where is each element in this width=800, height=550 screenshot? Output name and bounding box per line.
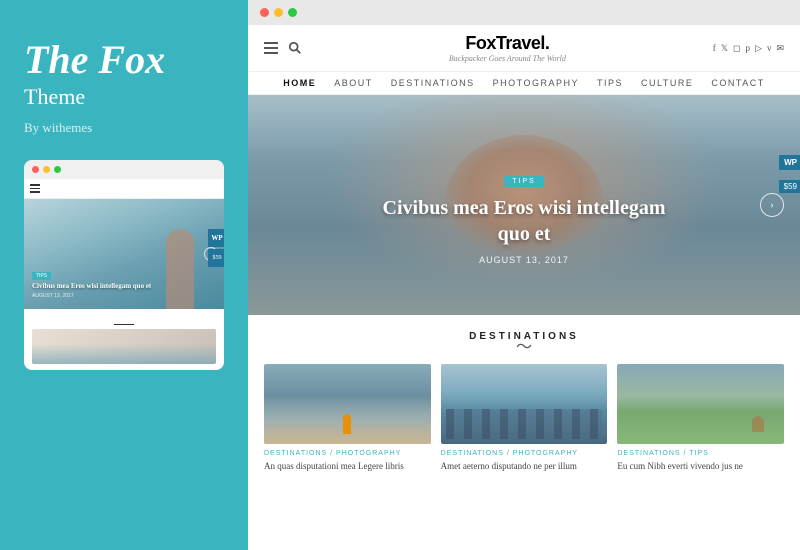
mini-hero-title: Civibus mea Eros wisi intellegam quo et bbox=[32, 282, 151, 291]
nav-destinations[interactable]: DESTINATIONS bbox=[391, 78, 475, 88]
dest-card-1: DESTINATIONS / PHOTOGRAPHY An quas dispu… bbox=[264, 364, 431, 473]
site-nav: HOME ABOUT DESTINATIONS PHOTOGRAPHY TIPS… bbox=[248, 72, 800, 95]
mini-hero-badge: TIPS bbox=[32, 272, 51, 280]
nav-photography[interactable]: PHOTOGRAPHY bbox=[493, 78, 579, 88]
hero-next-arrow[interactable]: › bbox=[760, 193, 784, 217]
hamburger-icon[interactable] bbox=[264, 42, 278, 54]
nav-home[interactable]: HOME bbox=[283, 78, 316, 88]
browser-dot-green[interactable] bbox=[288, 8, 297, 17]
destinations-section: DESTINATIONS 〜 DESTINATIONS / PHOTOGRAPH… bbox=[248, 315, 800, 481]
theme-subtitle: Theme bbox=[24, 84, 224, 110]
mini-hero: TIPS Civibus mea Eros wisi intellegam qu… bbox=[24, 199, 224, 309]
right-panel: FoxTravel. Backpacker Goes Around The Wo… bbox=[248, 0, 800, 550]
mini-destinations: DESTINATIONS bbox=[24, 309, 224, 370]
theme-title: The Fox bbox=[24, 40, 224, 80]
dest-card-2-tag: DESTINATIONS / PHOTOGRAPHY bbox=[441, 450, 608, 457]
site-header: FoxTravel. Backpacker Goes Around The Wo… bbox=[248, 25, 800, 72]
dest-card-1-image bbox=[264, 364, 431, 444]
browser-content: FoxTravel. Backpacker Goes Around The Wo… bbox=[248, 25, 800, 550]
mini-dot-green bbox=[54, 166, 61, 173]
mini-wp-badge: WP bbox=[208, 229, 224, 247]
left-panel: The Fox Theme By withemes FoxTravel. TIP… bbox=[0, 0, 248, 550]
mini-nav: FoxTravel. bbox=[24, 179, 224, 199]
mini-dest-image bbox=[32, 329, 216, 364]
site-header-right: f 𝕏 ◻ p ▷ v ✉ bbox=[713, 43, 784, 54]
facebook-icon[interactable]: f bbox=[713, 43, 716, 53]
mini-dot-red bbox=[32, 166, 39, 173]
hero-date: AUGUST 13, 2017 bbox=[364, 255, 684, 265]
site-hero: TIPS Civibus mea Eros wisi intellegam qu… bbox=[248, 95, 800, 315]
mini-browser-preview: FoxTravel. TIPS Civibus mea Eros wisi in… bbox=[24, 160, 224, 370]
mini-hero-overlay: TIPS Civibus mea Eros wisi intellegam qu… bbox=[32, 264, 151, 299]
dest-card-3-image bbox=[617, 364, 784, 444]
wp-badge: WP bbox=[779, 155, 800, 170]
hero-badge: TIPS bbox=[504, 176, 544, 187]
site-logo: FoxTravel. Backpacker Goes Around The Wo… bbox=[449, 33, 566, 63]
mini-site-logo: FoxTravel. bbox=[48, 183, 89, 194]
mini-hamburger-icon[interactable] bbox=[30, 184, 40, 193]
mini-dot-yellow bbox=[43, 166, 50, 173]
browser-dot-red[interactable] bbox=[260, 8, 269, 17]
mini-price-badge: $59 bbox=[208, 249, 224, 267]
search-icon[interactable] bbox=[288, 41, 302, 55]
price-badge: $59 bbox=[779, 180, 800, 193]
dest-card-1-tag: DESTINATIONS / PHOTOGRAPHY bbox=[264, 450, 431, 457]
vimeo-icon[interactable]: v bbox=[767, 43, 772, 53]
mini-hero-date: AUGUST 13, 2017 bbox=[32, 293, 151, 299]
dest-card-3-text: Eu cum Nibh everti vivendo jus ne bbox=[617, 460, 784, 473]
hero-content: TIPS Civibus mea Eros wisi intellegam qu… bbox=[364, 170, 684, 265]
instagram-icon[interactable]: ◻ bbox=[733, 43, 740, 54]
hero-title: Civibus mea Eros wisi intellegam quo et bbox=[364, 195, 684, 247]
youtube-icon[interactable]: ▷ bbox=[755, 43, 762, 54]
destinations-grid: DESTINATIONS / PHOTOGRAPHY An quas dispu… bbox=[264, 364, 784, 473]
nav-about[interactable]: ABOUT bbox=[334, 78, 373, 88]
theme-author: By withemes bbox=[24, 120, 224, 136]
nav-tips[interactable]: TIPS bbox=[597, 78, 623, 88]
mini-browser-bar bbox=[24, 160, 224, 179]
dest-card-2-text: Amet aeterno disputando ne per illum bbox=[441, 460, 608, 473]
pinterest-icon[interactable]: p bbox=[746, 43, 751, 53]
dest-card-2-image bbox=[441, 364, 608, 444]
dest-card-3-tag: DESTINATIONS / TIPS bbox=[617, 450, 784, 457]
nav-culture[interactable]: CULTURE bbox=[641, 78, 693, 88]
site-logo-tagline: Backpacker Goes Around The World bbox=[449, 54, 566, 63]
site-logo-text: FoxTravel. bbox=[449, 33, 566, 54]
mini-section-divider bbox=[114, 324, 134, 325]
dest-card-2: DESTINATIONS / PHOTOGRAPHY Amet aeterno … bbox=[441, 364, 608, 473]
dest-card-1-text: An quas disputationi mea Legere libris bbox=[264, 460, 431, 473]
browser-dot-yellow[interactable] bbox=[274, 8, 283, 17]
twitter-icon[interactable]: 𝕏 bbox=[721, 43, 728, 54]
browser-chrome bbox=[248, 0, 800, 25]
nav-contact[interactable]: CONTACT bbox=[711, 78, 764, 88]
section-divider: 〜 bbox=[264, 344, 784, 352]
dest-card-3: DESTINATIONS / TIPS Eu cum Nibh everti v… bbox=[617, 364, 784, 473]
email-icon[interactable]: ✉ bbox=[776, 43, 784, 54]
site-header-left bbox=[264, 41, 302, 55]
